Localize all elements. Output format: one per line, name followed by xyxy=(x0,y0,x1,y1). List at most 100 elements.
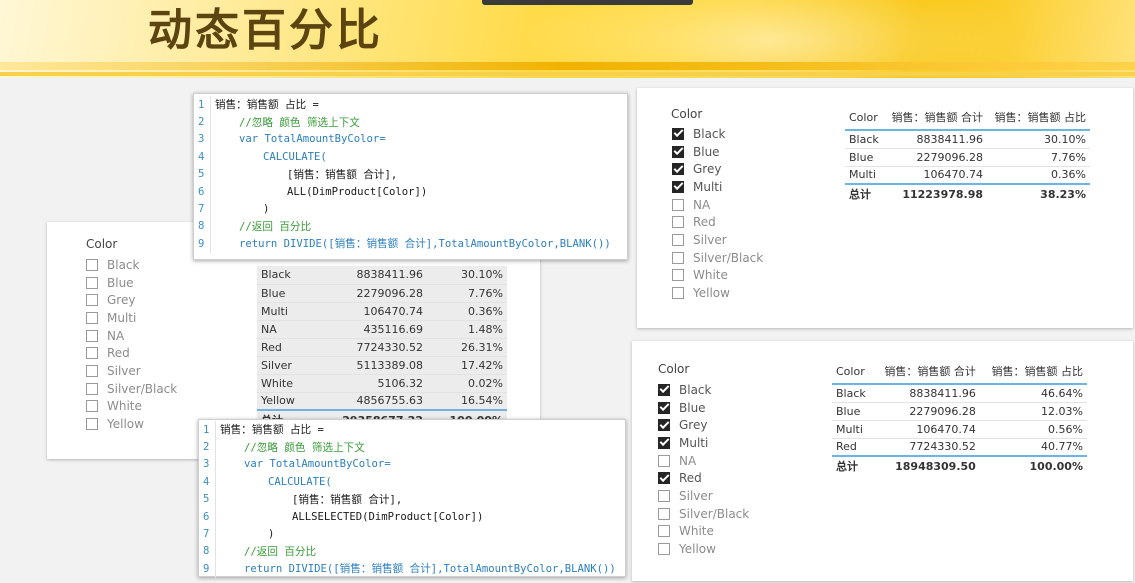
right-bottom-slicer-item-na[interactable]: NA xyxy=(658,452,749,470)
right-bottom-slicer-item-white[interactable]: White xyxy=(658,523,749,541)
right-top-slicer-item-white[interactable]: White xyxy=(672,267,763,285)
slicer-item-label: Red xyxy=(679,471,702,486)
checkbox-unchecked-icon[interactable] xyxy=(658,543,670,556)
checkbox-unchecked-icon[interactable] xyxy=(86,276,98,289)
code-line: 9 return DIVIDE([销售：销售额 合计],TotalAmountBy… xyxy=(194,235,627,253)
checkbox-checked-icon[interactable] xyxy=(658,436,670,449)
left-slicer-item-grey[interactable]: Grey xyxy=(86,291,177,309)
line-number: 2 xyxy=(198,116,205,129)
checkbox-unchecked-icon[interactable] xyxy=(658,507,670,520)
slicer-item-label: Red xyxy=(693,215,716,230)
slicer-item-label: Blue xyxy=(693,144,720,159)
slicer-item-label: Multi xyxy=(693,179,723,194)
right-bottom-slicer-item-yellow[interactable]: Yellow xyxy=(658,540,749,558)
checkbox-unchecked-icon[interactable] xyxy=(86,258,98,271)
checkbox-unchecked-icon[interactable] xyxy=(672,251,684,264)
right-top-slicer-item-black[interactable]: Black xyxy=(672,125,763,143)
checkbox-unchecked-icon[interactable] xyxy=(86,347,98,360)
right-top-slicer-item-silver[interactable]: Silver xyxy=(672,231,763,249)
checkbox-unchecked-icon[interactable] xyxy=(672,233,684,246)
right-top-slicer-item-multi[interactable]: Multi xyxy=(672,178,763,196)
slicer-item-label: NA xyxy=(107,328,125,343)
total-cell: 100.00% xyxy=(979,455,1087,475)
right-bottom-slicer-item-silver[interactable]: Silver xyxy=(658,487,749,505)
checkbox-unchecked-icon[interactable] xyxy=(658,454,670,467)
checkbox-unchecked-icon[interactable] xyxy=(86,329,98,342)
gutter-divider xyxy=(215,507,216,526)
right-bottom-slicer-item-red[interactable]: Red xyxy=(658,469,749,487)
right-bottom-slicer-item-multi[interactable]: Multi xyxy=(658,434,749,452)
checkbox-checked-icon[interactable] xyxy=(672,180,684,193)
checkbox-unchecked-icon[interactable] xyxy=(86,418,98,431)
left-slicer-item-na[interactable]: NA xyxy=(86,327,177,345)
checkbox-checked-icon[interactable] xyxy=(658,383,670,396)
right-top-slicer-item-blue[interactable]: Blue xyxy=(672,143,763,161)
right-bottom-slicer-item-black[interactable]: Black xyxy=(658,381,749,399)
slicer-item-label: Red xyxy=(107,346,130,361)
checkbox-unchecked-icon[interactable] xyxy=(658,489,670,502)
code-text: 销售：销售额 占比 = xyxy=(220,424,324,437)
checkbox-unchecked-icon[interactable] xyxy=(672,216,684,229)
code-text: CALCULATE( xyxy=(268,475,332,488)
checkbox-unchecked-icon[interactable] xyxy=(672,198,684,211)
table-cell: 30.10% xyxy=(987,130,1090,149)
line-number: 4 xyxy=(198,150,205,163)
checkbox-unchecked-icon[interactable] xyxy=(86,294,98,307)
table-cell: 0.36% xyxy=(987,166,1090,185)
left-slicer-item-red[interactable]: Red xyxy=(86,344,177,362)
right-top-slicer-item-grey[interactable]: Grey xyxy=(672,160,763,178)
checkbox-unchecked-icon[interactable] xyxy=(86,311,98,324)
left-slicer-item-white[interactable]: White xyxy=(86,398,177,416)
table-cell: 8838411.96 xyxy=(311,266,427,285)
left-slicer-item-yellow[interactable]: Yellow xyxy=(86,415,177,433)
left-slicer-item-blue[interactable]: Blue xyxy=(86,274,177,292)
column-header[interactable]: 销售：销售额 占比 xyxy=(979,363,1087,385)
table-cell: 2279096.28 xyxy=(872,402,980,421)
right-top-slicer-item-yellow[interactable]: Yellow xyxy=(672,284,763,302)
checkbox-unchecked-icon[interactable] xyxy=(658,525,670,538)
checkbox-unchecked-icon[interactable] xyxy=(672,287,684,300)
checkbox-unchecked-icon[interactable] xyxy=(86,400,98,413)
table-row: Black 8838411.96 30.10% xyxy=(845,130,1090,149)
checkbox-checked-icon[interactable] xyxy=(672,127,684,140)
right-top-slicer-item-silver-black[interactable]: Silver/Black xyxy=(672,249,763,267)
right-bottom-slicer-item-silver-black[interactable]: Silver/Black xyxy=(658,505,749,523)
gutter-divider xyxy=(215,560,216,578)
checkbox-checked-icon[interactable] xyxy=(658,472,670,485)
line-number: 1 xyxy=(198,98,205,111)
column-header[interactable]: 销售：销售额 合计 xyxy=(884,109,988,131)
code-line: 4 CALCULATE( xyxy=(194,148,627,166)
dax-formula-allselected[interactable]: 1 销售：销售额 占比 = 2 //忽略 颜色 筛选上下文 3 var TotalAmou… xyxy=(198,419,626,578)
right-top-slicer-item-na[interactable]: NA xyxy=(672,196,763,214)
code-text: //返回 百分比 xyxy=(244,545,317,558)
column-header[interactable]: 销售：销售额 合计 xyxy=(872,363,980,385)
checkbox-unchecked-icon[interactable] xyxy=(86,364,98,377)
column-header[interactable]: Color xyxy=(845,109,885,131)
checkbox-checked-icon[interactable] xyxy=(658,419,670,432)
checkbox-checked-icon[interactable] xyxy=(658,401,670,414)
checkbox-unchecked-icon[interactable] xyxy=(86,382,98,395)
checkbox-unchecked-icon[interactable] xyxy=(672,269,684,282)
code-text: CALCULATE( xyxy=(263,150,327,163)
gutter-divider xyxy=(210,182,211,201)
column-header[interactable]: Color xyxy=(832,363,873,385)
slicer-item-label: Multi xyxy=(107,310,137,325)
slicer-item-label: Blue xyxy=(679,400,706,415)
slide-title: 动态百分比 xyxy=(148,5,383,56)
left-slicer-item-multi[interactable]: Multi xyxy=(86,309,177,327)
table-cell: Black xyxy=(845,130,885,149)
left-slicer-item-silver[interactable]: Silver xyxy=(86,362,177,380)
table-cell: 5106.32 xyxy=(311,374,427,393)
left-slicer-item-silver-black[interactable]: Silver/Black xyxy=(86,380,177,398)
checkbox-checked-icon[interactable] xyxy=(672,145,684,158)
dax-formula-all[interactable]: 1 销售：销售额 占比 = 2 //忽略 颜色 筛选上下文 3 var TotalAmou… xyxy=(193,93,628,260)
gutter-divider xyxy=(210,165,211,183)
right-bottom-slicer-item-blue[interactable]: Blue xyxy=(658,399,749,417)
code-text: ALLSELECTED(DimProduct[Color]) xyxy=(292,510,484,523)
column-header[interactable]: 销售：销售额 占比 xyxy=(987,109,1090,131)
right-bottom-slicer-item-grey[interactable]: Grey xyxy=(658,416,749,434)
checkbox-checked-icon[interactable] xyxy=(672,163,684,176)
left-slicer-item-black[interactable]: Black xyxy=(86,256,177,274)
table-row: Multi 106470.74 0.36% xyxy=(845,166,1090,185)
right-top-slicer-item-red[interactable]: Red xyxy=(672,213,763,231)
